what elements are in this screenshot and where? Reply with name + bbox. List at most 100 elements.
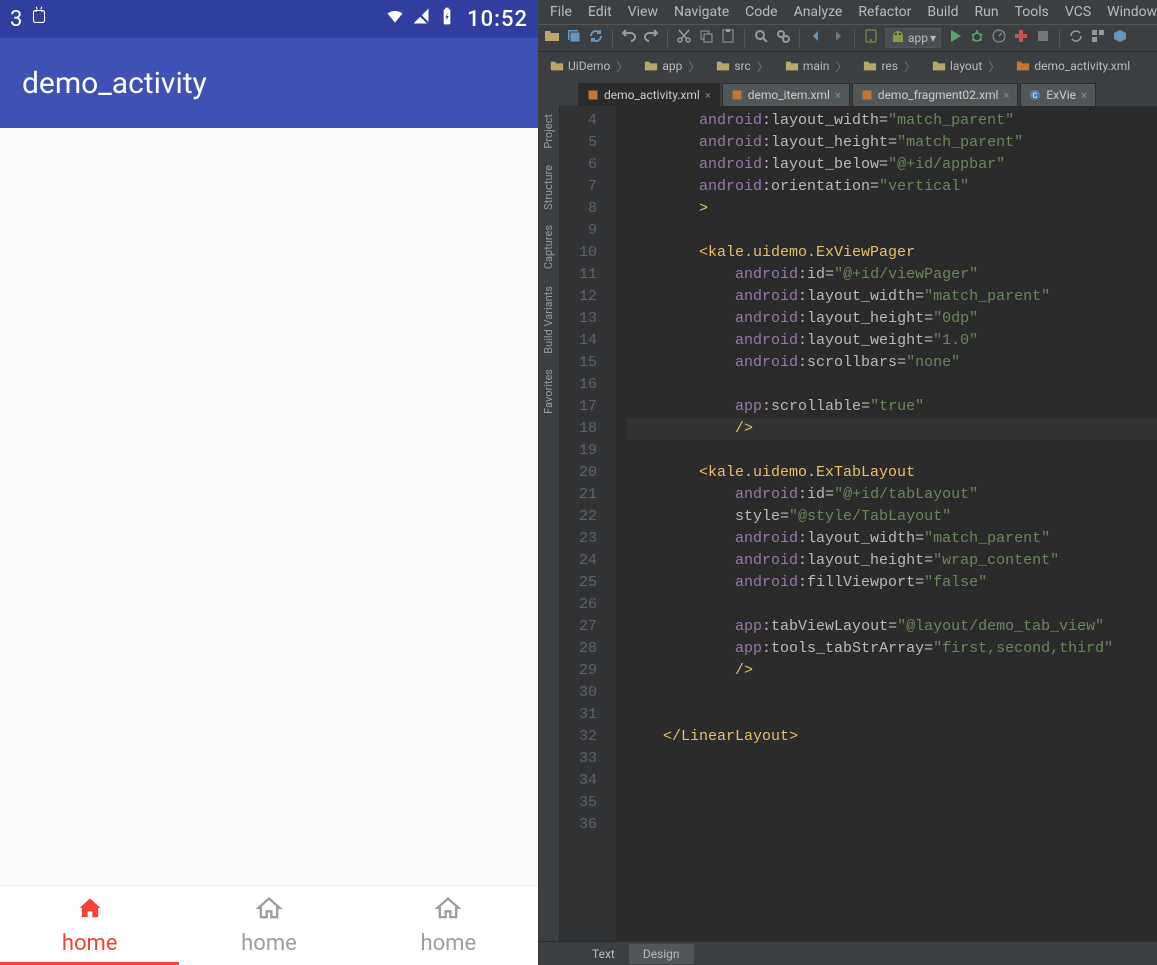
editor-tab[interactable]: demo_activity.xml×: [578, 83, 720, 106]
code-line[interactable]: android:layout_height="0dp": [627, 308, 1157, 330]
code-line[interactable]: app:tabViewLayout="@layout/demo_tab_view…: [627, 616, 1157, 638]
code-line[interactable]: [627, 748, 1157, 770]
tab-home-3[interactable]: home: [359, 886, 538, 965]
tool-window-captures[interactable]: Captures: [540, 217, 557, 277]
editor-tab[interactable]: CExVie×: [1020, 83, 1096, 106]
profile-icon[interactable]: [991, 28, 1007, 48]
code-line[interactable]: app:scrollable="true": [627, 396, 1157, 418]
code-line[interactable]: />: [627, 418, 1157, 440]
tab-design[interactable]: Design: [629, 944, 694, 964]
code-line[interactable]: <kale.uidemo.ExTabLayout: [627, 462, 1157, 484]
code-line[interactable]: android:fillViewport="false": [627, 572, 1157, 594]
save-all-icon[interactable]: [566, 28, 582, 48]
code-line[interactable]: [627, 814, 1157, 836]
home-icon: [432, 895, 464, 927]
replace-icon[interactable]: [775, 28, 791, 48]
code-line[interactable]: [627, 792, 1157, 814]
menu-analyze[interactable]: Analyze: [788, 2, 849, 22]
editor-tab[interactable]: demo_fragment02.xml×: [852, 83, 1019, 106]
breadcrumb-item[interactable]: layout〉: [926, 56, 1008, 77]
code-line[interactable]: android:layout_below="@+id/appbar": [627, 154, 1157, 176]
menu-vcs[interactable]: VCS: [1059, 2, 1097, 22]
forward-icon[interactable]: [830, 28, 846, 48]
close-icon[interactable]: ×: [1081, 89, 1087, 102]
code-line[interactable]: [627, 440, 1157, 462]
cut-icon[interactable]: [676, 28, 692, 48]
emulator-content[interactable]: [0, 128, 538, 885]
project-structure-icon[interactable]: [1090, 28, 1106, 48]
code-line[interactable]: <kale.uidemo.ExViewPager: [627, 242, 1157, 264]
redo-icon[interactable]: [643, 28, 659, 48]
code-line[interactable]: android:id="@+id/tabLayout": [627, 484, 1157, 506]
code-line[interactable]: android:layout_height="match_parent": [627, 132, 1157, 154]
code-line[interactable]: android:layout_width="match_parent": [627, 286, 1157, 308]
debug-icon[interactable]: [969, 28, 985, 48]
back-icon[interactable]: [808, 28, 824, 48]
menu-navigate[interactable]: Navigate: [668, 2, 735, 22]
open-icon[interactable]: [544, 28, 560, 48]
status-bar: 3 10:52: [0, 0, 538, 38]
avd-icon[interactable]: [863, 28, 879, 48]
menu-build[interactable]: Build: [921, 2, 964, 22]
sync-icon[interactable]: [588, 28, 604, 48]
find-icon[interactable]: [753, 28, 769, 48]
code-line[interactable]: android:layout_height="wrap_content": [627, 550, 1157, 572]
editor-tab[interactable]: demo_item.xml×: [722, 83, 850, 106]
tab-home-1[interactable]: home: [0, 886, 179, 965]
tab-home-2[interactable]: home: [179, 886, 358, 965]
breadcrumb-item[interactable]: UiDemo〉: [544, 56, 636, 77]
code-line[interactable]: >: [627, 198, 1157, 220]
close-icon[interactable]: ×: [705, 89, 711, 102]
code-line[interactable]: android:layout_weight="1.0": [627, 330, 1157, 352]
code-line[interactable]: [627, 770, 1157, 792]
code-line[interactable]: </LinearLayout>: [627, 726, 1157, 748]
breadcrumb-item[interactable]: main〉: [779, 56, 856, 77]
code-line[interactable]: [627, 374, 1157, 396]
code-editor[interactable]: android:layout_width="match_parent" andr…: [617, 106, 1157, 941]
menu-edit[interactable]: Edit: [582, 2, 618, 22]
code-line[interactable]: style="@style/TabLayout": [627, 506, 1157, 528]
menu-code[interactable]: Code: [739, 2, 783, 22]
breadcrumb-item[interactable]: res〉: [857, 56, 924, 77]
menu-file[interactable]: File: [544, 2, 578, 22]
undo-icon[interactable]: [621, 28, 637, 48]
code-line[interactable]: />: [627, 660, 1157, 682]
run-config-selector[interactable]: app ▾: [885, 28, 941, 48]
code-line[interactable]: app:tools_tabStrArray="first,second,thir…: [627, 638, 1157, 660]
code-line[interactable]: [627, 594, 1157, 616]
code-line[interactable]: [627, 704, 1157, 726]
paste-icon[interactable]: [720, 28, 736, 48]
sdk-icon[interactable]: [1112, 28, 1128, 48]
menu-view[interactable]: View: [622, 2, 664, 22]
breadcrumb-item[interactable]: src〉: [710, 56, 776, 77]
code-line[interactable]: android:layout_width="match_parent": [627, 528, 1157, 550]
code-line[interactable]: android:layout_width="match_parent": [627, 110, 1157, 132]
attach-icon[interactable]: [1013, 28, 1029, 48]
code-line[interactable]: [627, 220, 1157, 242]
close-icon[interactable]: ×: [835, 89, 841, 102]
tool-window-build-variants[interactable]: Build Variants: [540, 278, 557, 362]
android-icon: [28, 5, 50, 33]
copy-icon[interactable]: [698, 28, 714, 48]
menu-run[interactable]: Run: [969, 2, 1005, 22]
tab-label: home: [62, 931, 118, 956]
breadcrumb-item[interactable]: demo_activity.xml: [1010, 57, 1136, 75]
run-icon[interactable]: [947, 28, 963, 48]
tool-window-project[interactable]: Project: [540, 106, 557, 157]
menu-refactor[interactable]: Refactor: [852, 2, 917, 22]
tool-window-structure[interactable]: Structure: [540, 157, 557, 218]
code-line[interactable]: android:id="@+id/viewPager": [627, 264, 1157, 286]
tab-text[interactable]: Text: [578, 944, 629, 964]
app-bar: demo_activity: [0, 38, 538, 128]
sync-project-icon[interactable]: [1068, 28, 1084, 48]
menu-window[interactable]: Window: [1101, 2, 1157, 22]
code-line[interactable]: android:orientation="vertical": [627, 176, 1157, 198]
code-line[interactable]: [627, 682, 1157, 704]
close-icon[interactable]: ×: [1003, 89, 1009, 102]
stop-icon[interactable]: [1035, 28, 1051, 48]
menu-bar: FileEditViewNavigateCodeAnalyzeRefactorB…: [538, 0, 1157, 24]
breadcrumb-item[interactable]: app〉: [638, 56, 708, 77]
code-line[interactable]: android:scrollbars="none": [627, 352, 1157, 374]
menu-tools[interactable]: Tools: [1009, 2, 1055, 22]
tool-window-favorites[interactable]: Favorites: [540, 361, 557, 422]
